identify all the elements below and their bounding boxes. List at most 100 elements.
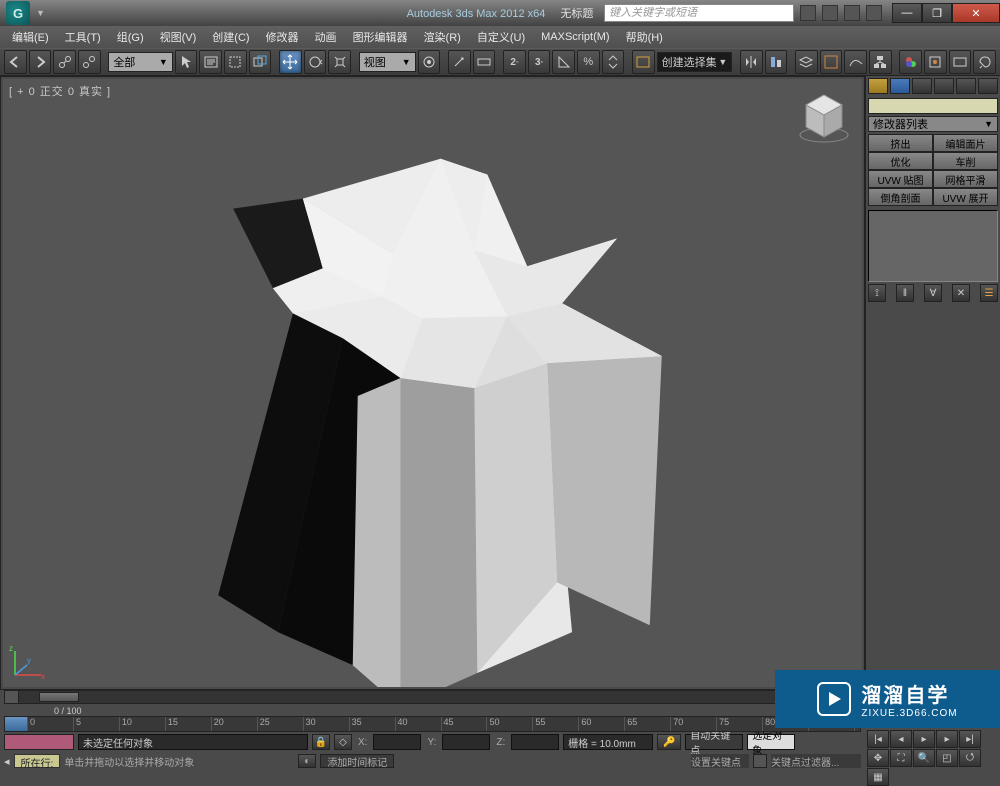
modifier-stack[interactable] [868, 210, 998, 282]
minimize-button[interactable]: — [892, 3, 922, 23]
favorites-icon[interactable] [844, 5, 860, 21]
selected-obj-label[interactable]: 选定对象 [747, 734, 795, 750]
mod-uvwunwrap-button[interactable]: UVW 展开 [933, 188, 998, 206]
maximize-button[interactable]: ❐ [922, 3, 952, 23]
menu-render[interactable]: 渲染(R) [416, 27, 469, 47]
viewport-scrollbar-h[interactable] [4, 690, 861, 704]
maximize-viewport-button[interactable]: ▦ [867, 768, 889, 786]
menu-maxscript[interactable]: MAXScript(M) [533, 29, 617, 45]
select-region-button[interactable] [224, 50, 247, 74]
select-by-name-button[interactable] [199, 50, 222, 74]
menu-animation[interactable]: 动画 [307, 27, 345, 47]
remove-mod-button[interactable]: ✕ [952, 284, 970, 302]
manipulate-button[interactable] [448, 50, 471, 74]
scrollbar-thumb[interactable] [39, 692, 79, 702]
menu-edit[interactable]: 编辑(E) [4, 27, 57, 47]
menu-group[interactable]: 组(G) [109, 27, 152, 47]
y-coord-input[interactable] [442, 734, 490, 750]
mod-extrude-button[interactable]: 挤出 [868, 134, 933, 152]
configure-sets-button[interactable]: ☰ [980, 284, 998, 302]
x-coord-input[interactable] [373, 734, 421, 750]
key-filter-flyout-icon[interactable] [753, 754, 767, 768]
window-crossing-button[interactable] [249, 50, 272, 74]
menu-help[interactable]: 帮助(H) [618, 27, 671, 47]
zoom-button[interactable]: 🔍 [913, 749, 935, 767]
menu-modifiers[interactable]: 修改器 [258, 27, 307, 47]
pan-button[interactable]: ✥ [867, 749, 889, 767]
goto-end-button[interactable]: ▸| [959, 730, 981, 748]
tab-modify[interactable] [890, 78, 910, 94]
object-name-field[interactable] [868, 98, 998, 114]
key-mode-button[interactable]: 🔑 [657, 734, 681, 750]
location-button[interactable]: 所在行: [14, 754, 61, 768]
set-key-button[interactable]: 设置关键点 [691, 754, 749, 768]
lock-selection-button[interactable]: 🔒 [312, 734, 330, 750]
tab-display[interactable] [956, 78, 976, 94]
layers-button[interactable] [795, 50, 818, 74]
autokey-toggle[interactable] [4, 734, 74, 750]
key-filter-button[interactable]: 关键点过滤器... [771, 754, 861, 768]
infocenter-dropdown-icon[interactable] [822, 5, 838, 21]
render-button[interactable] [973, 50, 996, 74]
make-unique-button[interactable]: ∀ [924, 284, 942, 302]
viewport-label[interactable]: [ + 0 正交 0 真实 ] [9, 83, 111, 99]
mod-optimize-button[interactable]: 优化 [868, 152, 933, 170]
fov-button[interactable]: ◰ [936, 749, 958, 767]
select-object-button[interactable] [175, 50, 198, 74]
modifier-list-dropdown[interactable]: 修改器列表 [868, 116, 998, 132]
time-tag-button[interactable]: ◐ [298, 754, 316, 768]
time-slider-thumb[interactable] [5, 717, 27, 731]
pin-stack-button[interactable]: ⟟ [868, 284, 886, 302]
tab-utilities[interactable] [978, 78, 998, 94]
zoom-extents-button[interactable]: ⛶ [890, 749, 912, 767]
render-setup-button[interactable] [924, 50, 947, 74]
graphite-button[interactable] [820, 50, 843, 74]
link-button[interactable] [53, 50, 76, 74]
infocenter-search-icon[interactable] [800, 5, 816, 21]
named-selection-dropdown[interactable]: 创建选择集▼ [657, 52, 733, 72]
menu-grapheditor[interactable]: 图形编辑器 [345, 27, 416, 47]
keyboard-shortcut-button[interactable] [473, 50, 496, 74]
menu-tools[interactable]: 工具(T) [57, 27, 109, 47]
snap-3d-button[interactable]: 3▫ [528, 50, 551, 74]
snap-2d-button[interactable]: 2▫ [503, 50, 526, 74]
mod-bevelprofile-button[interactable]: 倒角剖面 [868, 188, 933, 206]
z-coord-input[interactable] [511, 734, 559, 750]
mirror-button[interactable] [740, 50, 763, 74]
unlink-button[interactable] [78, 50, 101, 74]
search-input[interactable]: 键入关键字或短语 [604, 4, 794, 22]
edit-named-sel-button[interactable] [632, 50, 655, 74]
viewcube-icon[interactable] [796, 89, 852, 145]
material-editor-button[interactable] [899, 50, 922, 74]
mod-editpatch-button[interactable]: 编辑面片 [933, 134, 998, 152]
orbit-button[interactable]: ⭯ [959, 749, 981, 767]
quick-arrow-icon[interactable]: ▼ [36, 8, 45, 18]
select-move-button[interactable] [279, 50, 302, 74]
percent-snap-button[interactable]: % [577, 50, 600, 74]
time-slider[interactable]: 051015202530354045505560657075808590 [4, 716, 861, 732]
mod-lathe-button[interactable]: 车削 [933, 152, 998, 170]
goto-start-button[interactable]: |◂ [867, 730, 889, 748]
help-icon[interactable] [866, 5, 882, 21]
redo-button[interactable] [29, 50, 52, 74]
play-button[interactable]: ▸ [913, 730, 935, 748]
viewport-perspective[interactable]: [ + 0 正交 0 真实 ] [3, 79, 862, 687]
menu-create[interactable]: 创建(C) [204, 27, 257, 47]
align-button[interactable] [765, 50, 788, 74]
prev-frame-button[interactable]: ◂ [890, 730, 912, 748]
select-scale-button[interactable] [328, 50, 351, 74]
next-frame-button[interactable]: ▸ [936, 730, 958, 748]
mod-meshsmooth-button[interactable]: 网格平滑 [933, 170, 998, 188]
rendered-frame-button[interactable] [949, 50, 972, 74]
select-rotate-button[interactable] [304, 50, 327, 74]
angle-snap-button[interactable] [552, 50, 575, 74]
tab-hierarchy[interactable] [912, 78, 932, 94]
undo-button[interactable] [4, 50, 27, 74]
spinner-snap-button[interactable] [602, 50, 625, 74]
app-logo-icon[interactable]: G [6, 1, 30, 25]
selection-filter-dropdown[interactable]: 全部 ▼ [108, 52, 172, 72]
mod-uvwmap-button[interactable]: UVW 贴图 [868, 170, 933, 188]
show-end-button[interactable]: ‖ [896, 284, 914, 302]
tab-motion[interactable] [934, 78, 954, 94]
ref-coord-dropdown[interactable]: 视图 ▼ [359, 52, 416, 72]
